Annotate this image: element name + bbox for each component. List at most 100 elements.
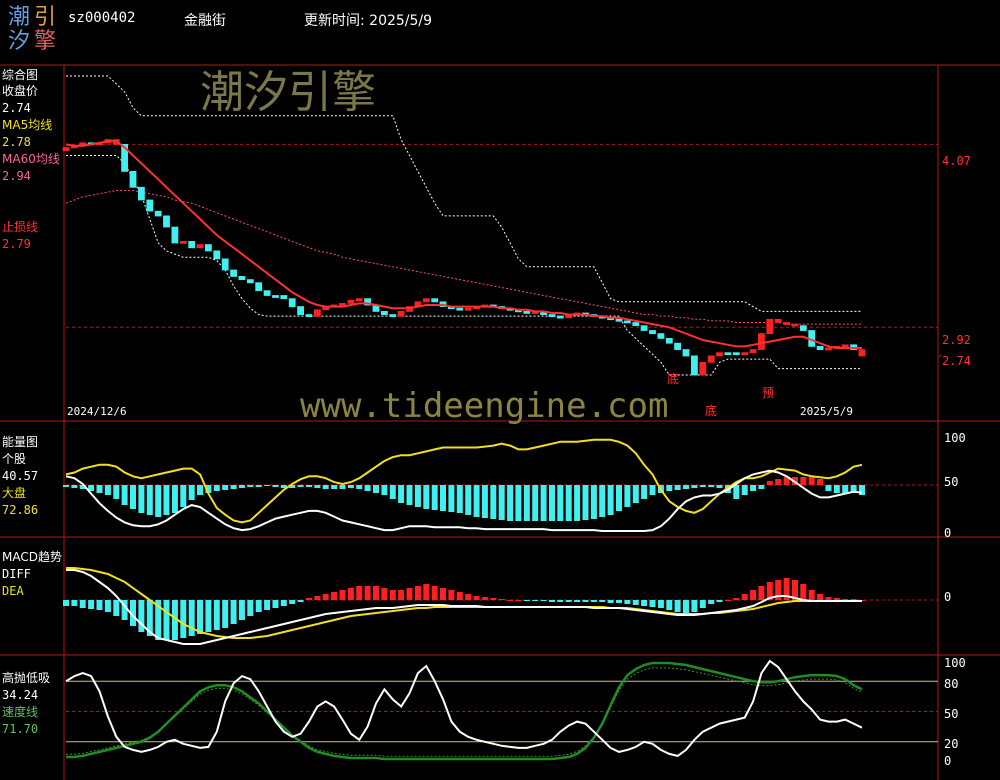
volume-bar-30 [314,485,321,488]
volume-bar-68 [632,485,639,503]
volume-bar-32 [331,485,338,489]
volume-bar-39 [389,485,396,499]
candle-9 [137,186,145,201]
macd-bar-93 [842,599,849,600]
macd-bar-18 [213,600,220,630]
stock-name: 金融街 [184,13,226,29]
volume-panel-title: 能量图 [2,435,39,449]
price-axis-mid: 2.92 [942,333,971,347]
volume-bar-20 [230,485,237,489]
update-time: 更新时间: 2025/5/9 [304,13,433,29]
volume-bar-91 [825,485,832,491]
hilo-panel-title: 高抛低吸 [2,671,51,685]
ma60-line [65,190,862,325]
candle-25 [272,295,279,298]
volume-bar-38 [381,485,388,495]
macd-bar-22 [247,600,254,616]
macd-bar-88 [800,584,807,600]
volume-bar-44 [431,485,438,510]
candle-81 [741,352,749,356]
macd-bar-43 [423,584,430,600]
volume-bar-64 [599,485,606,517]
volume-bar-6 [113,485,120,499]
hilo-value: 34.24 [2,688,39,702]
candle-14 [179,240,187,244]
ma5-label: MA5均线 [2,118,53,132]
macd-bar-16 [197,600,203,634]
price-axis-top: 4.07 [942,154,971,168]
volume-bar-43 [423,485,430,509]
volume-bar-54 [515,485,522,521]
annotation-bottom-2: 底 [705,404,718,418]
volume-bar-78 [716,485,723,488]
macd-bar-60 [565,600,572,602]
volume-bar-95 [859,485,865,495]
macd-bar-63 [590,600,597,602]
macd-bar-48 [465,594,472,600]
volume-bar-0 [63,485,69,487]
volume-bar-61 [574,485,581,521]
macd-bar-47 [456,592,463,600]
hilo-axis-20: 20 [944,737,959,751]
volume-axis-50: 50 [944,475,959,489]
logo-char-2: 引 [34,5,57,30]
candle-95 [858,349,866,357]
macd-bar-89 [808,590,815,600]
candle-48 [464,307,472,311]
macd-bar-4 [96,600,103,610]
macd-bar-55 [523,600,530,601]
candle-77 [707,355,715,363]
macd-bar-41 [406,588,413,600]
candle-26 [280,295,288,300]
volume-bar-23 [255,485,262,487]
upper-band-line [66,75,862,312]
candle-8 [129,170,137,188]
volume-bar-89 [808,477,815,485]
candle-21 [238,275,246,280]
candle-93 [841,344,849,348]
volume-bar-24 [264,485,271,486]
volume-bar-13 [171,485,178,513]
candle-66 [615,318,623,322]
ma60-value: 2.94 [2,169,31,183]
macd-bar-23 [255,600,262,612]
macd-bar-78 [716,600,723,602]
candle-27 [288,298,296,308]
volume-bar-83 [758,485,765,489]
volume-bar-63 [590,485,597,519]
candle-84 [766,318,774,334]
macd-bar-1 [71,600,78,606]
speed-label: 速度线 [2,705,39,719]
candle-90 [816,345,824,350]
volume-bar-42 [414,485,421,507]
volume-bar-77 [708,485,715,487]
candle-85 [774,318,782,323]
logo: 潮 引 汐 擎 [4,4,60,56]
volume-bar-50 [481,485,488,518]
candle-18 [213,250,221,260]
volume-bar-60 [565,485,572,521]
candle-19 [221,258,229,271]
macd-bar-14 [180,600,187,638]
macd-bar-90 [817,594,824,600]
macd-bar-27 [289,600,296,604]
volume-bar-75 [691,485,698,488]
volume-bar-36 [364,485,371,491]
macd-bar-20 [230,600,237,624]
macd-bar-38 [381,588,388,600]
macd-bar-42 [414,586,421,600]
stop-line [65,140,862,349]
candle-75 [691,355,698,376]
macd-bar-69 [641,600,648,606]
volume-bar-82 [750,485,757,491]
macd-bar-19 [222,600,229,628]
macd-bar-68 [632,600,639,605]
volume-bar-21 [238,485,245,488]
candle-10 [146,199,154,212]
diff-label: DIFF [2,567,31,581]
volume-bar-73 [674,485,681,490]
candle-43 [422,298,430,303]
volume-bar-52 [498,485,505,520]
macd-bar-5 [104,600,111,612]
volume-bar-76 [699,485,706,487]
